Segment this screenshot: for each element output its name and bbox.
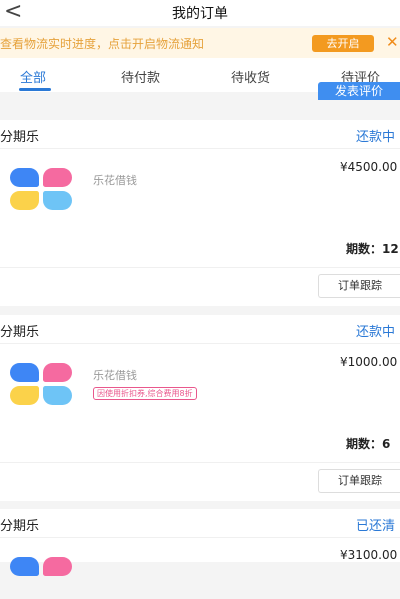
enable-notification-button[interactable]: 去开启 xyxy=(312,35,374,52)
order-card: 分期乐 还款中 乐花借钱 ¥4500.00 期数：12 订单跟踪 xyxy=(0,120,400,306)
product-logo xyxy=(10,168,72,210)
write-review-button[interactable]: 发表评价 xyxy=(318,82,400,100)
tab-pending-receipt[interactable]: 待收货 xyxy=(231,67,270,86)
product-logo xyxy=(10,363,72,405)
order-header: 分期乐 还款中 xyxy=(0,315,400,344)
notice-text: 查看物流实时进度，点击开启物流通知 xyxy=(0,37,205,51)
order-status: 还款中 xyxy=(356,130,396,145)
order-tracking-button[interactable]: 订单跟踪 xyxy=(318,274,400,298)
nav-bar: < 我的订单 xyxy=(0,0,400,26)
logistics-notice-banner: 查看物流实时进度，点击开启物流通知 去开启 ✕ xyxy=(0,28,400,58)
tab-all[interactable]: 全部 xyxy=(20,67,46,86)
order-status: 还款中 xyxy=(356,325,396,340)
page-title: 我的订单 xyxy=(172,6,228,22)
divider xyxy=(0,267,400,268)
merchant-name: 分期乐 xyxy=(0,519,40,534)
merchant-name: 分期乐 xyxy=(0,130,40,145)
order-price: ¥3100.00 xyxy=(340,548,398,562)
order-tracking-button[interactable]: 订单跟踪 xyxy=(318,469,400,493)
divider xyxy=(0,462,400,463)
order-price: ¥1000.00 xyxy=(340,355,398,369)
product-name: 乐花借钱 xyxy=(93,369,137,382)
order-header: 分期乐 还款中 xyxy=(0,120,400,149)
product-logo xyxy=(10,557,72,599)
installment-term: 期数：6 xyxy=(346,437,391,451)
installment-term: 期数：12 xyxy=(346,242,399,256)
active-tab-indicator xyxy=(19,88,51,91)
order-card: 分期乐 已还清 ¥3100.00 xyxy=(0,509,400,576)
merchant-name: 分期乐 xyxy=(0,325,40,340)
tab-pending-payment[interactable]: 待付款 xyxy=(121,67,160,86)
product-name: 乐花借钱 xyxy=(93,174,137,187)
order-header: 分期乐 已还清 xyxy=(0,509,400,538)
discount-tag: 因使用折扣券,综合费用8折 xyxy=(93,387,197,400)
order-price: ¥4500.00 xyxy=(340,160,398,174)
order-card: 分期乐 还款中 乐花借钱 因使用折扣券,综合费用8折 ¥1000.00 期数：6… xyxy=(0,315,400,501)
order-status: 已还清 xyxy=(356,519,396,534)
close-icon[interactable]: ✕ xyxy=(386,33,399,51)
